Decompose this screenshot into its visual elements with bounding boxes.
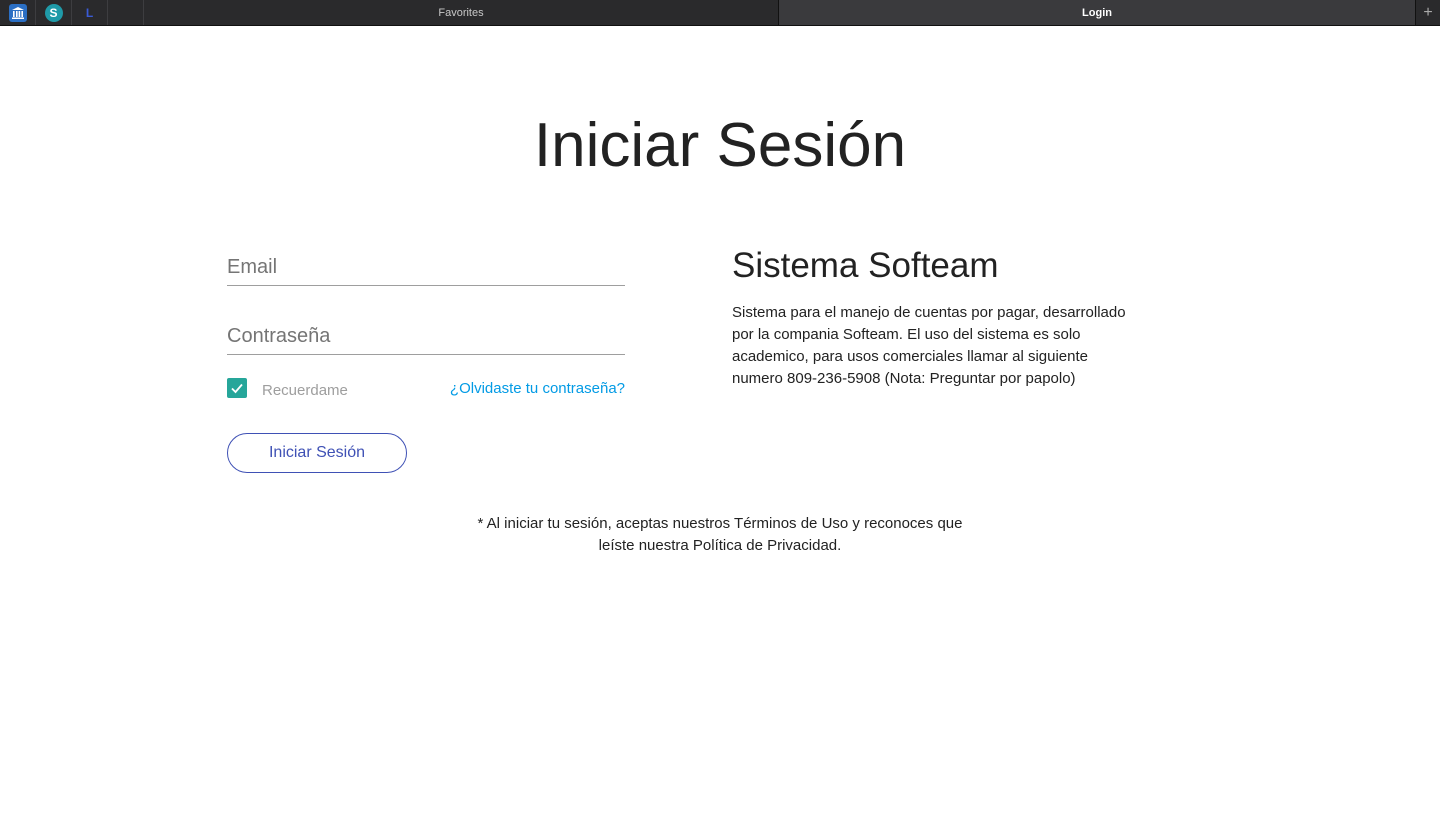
page-title: Iniciar Sesión: [533, 111, 907, 180]
tab-favorites[interactable]: Favorites: [144, 0, 779, 25]
forgot-password-link[interactable]: ¿Olvidaste tu contraseña?: [450, 380, 625, 397]
tab-favorites-label: Favorites: [438, 6, 484, 19]
password-field[interactable]: [227, 319, 625, 355]
remember-row: Recuerdame ¿Olvidaste tu contraseña?: [227, 378, 625, 402]
microsoft-icon: [117, 4, 134, 21]
s-logo-icon: S: [44, 3, 63, 22]
info-panel: Sistema Softeam Sistema para el manejo d…: [732, 246, 1132, 390]
info-title: Sistema Softeam: [732, 246, 999, 285]
favorite-l[interactable]: L: [72, 0, 108, 25]
browser-tab-bar: S L Favorites Login +: [0, 0, 1440, 26]
bank-icon: [8, 3, 27, 22]
favorite-microsoft[interactable]: [108, 0, 144, 25]
favorite-bank[interactable]: [0, 0, 36, 25]
new-tab-button[interactable]: +: [1415, 0, 1440, 25]
remember-label[interactable]: Recuerdame: [262, 382, 348, 399]
l-logo-icon: L: [85, 5, 94, 20]
tab-login[interactable]: Login: [779, 0, 1415, 25]
info-description: Sistema para el manejo de cuentas por pa…: [732, 304, 1126, 387]
email-field[interactable]: [227, 250, 625, 286]
favorite-s[interactable]: S: [36, 0, 72, 25]
tab-login-label: Login: [1082, 6, 1112, 19]
plus-icon: +: [1423, 3, 1433, 21]
terms-notice: * Al iniciar tu sesión, aceptas nuestros…: [477, 515, 963, 554]
checkmark-icon: [231, 383, 243, 394]
remember-checkbox[interactable]: [227, 378, 247, 398]
login-button[interactable]: Iniciar Sesión: [227, 433, 407, 473]
